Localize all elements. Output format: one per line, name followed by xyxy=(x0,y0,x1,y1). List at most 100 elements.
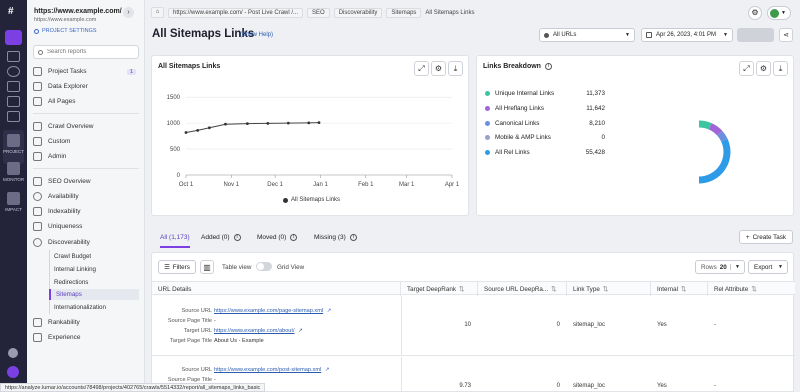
download-chart-button[interactable]: ⤓ xyxy=(448,61,463,76)
rail-monitor-button[interactable]: MONITOR xyxy=(3,158,24,192)
create-task-button[interactable]: + Create Task xyxy=(739,230,793,244)
app-logo-icon[interactable]: # xyxy=(8,6,14,17)
help-icon[interactable] xyxy=(8,348,18,358)
sidebar-item-rankability[interactable]: Rankability xyxy=(33,316,139,329)
globe-icon[interactable] xyxy=(7,66,20,77)
rail-impact-button[interactable]: IMPACT xyxy=(3,188,24,222)
table-panel: ☰ Filters ▥ Table view Grid View Rows 20… xyxy=(151,252,795,392)
active-app-icon[interactable] xyxy=(5,30,22,45)
sidebar-item-label: Uniqueness xyxy=(48,223,83,230)
target-page-title: About Us - Example xyxy=(214,338,264,344)
columns-button[interactable]: ▥ xyxy=(200,260,214,274)
source-url-label: Source URL xyxy=(181,308,212,314)
sidebar-subitem-internal-linking[interactable]: Internal Linking xyxy=(49,264,139,275)
column-header-link-type[interactable]: Link Type ⇅ xyxy=(567,282,651,296)
column-header-source-deeprank[interactable]: Source URL DeepRa... ⇅ xyxy=(478,282,567,296)
rows-per-page-select[interactable]: Rows 20 ▼ xyxy=(695,260,745,274)
compare-button[interactable] xyxy=(737,28,774,42)
collapse-sidebar-button[interactable]: › xyxy=(123,7,134,18)
project-settings-link[interactable]: PROJECT SETTINGS xyxy=(34,28,97,34)
breakdown-value: 0 xyxy=(601,134,605,141)
link-type-cell: sitemap_loc xyxy=(573,322,606,328)
share-button[interactable]: ⋖ xyxy=(779,28,793,42)
search-box[interactable] xyxy=(33,45,139,59)
sidebar-item-project-tasks[interactable]: Project Tasks 1 xyxy=(33,65,139,78)
chart-icon[interactable] xyxy=(7,81,20,92)
expand-breakdown-button[interactable]: ⤢ xyxy=(739,61,754,76)
check-icon[interactable] xyxy=(7,111,20,122)
breakdown-row[interactable]: All Hreflang Links 11,642 xyxy=(485,105,605,112)
chart-settings-button[interactable]: ⚙ xyxy=(431,61,446,76)
export-select[interactable]: Export ▼ xyxy=(748,260,788,274)
sidebar-item-discoverability[interactable]: Discoverability xyxy=(33,236,139,249)
account-avatar xyxy=(770,8,779,18)
user-avatar[interactable] xyxy=(7,366,19,378)
info-icon[interactable]: i xyxy=(544,63,552,70)
donut-segment xyxy=(708,123,723,136)
download-breakdown-button[interactable]: ⤓ xyxy=(773,61,788,76)
column-header-target-deeprank[interactable]: Target DeepRank ⇅ xyxy=(401,282,478,296)
settings-gear-button[interactable]: ⚙ xyxy=(748,6,762,20)
chevron-down-icon: ▼ xyxy=(781,10,786,16)
source-deeprank-cell: 0 xyxy=(556,322,560,328)
breadcrumb-sitemaps[interactable]: Sitemaps xyxy=(386,7,422,18)
table-row[interactable]: Source URL Source Page Title Target URL … xyxy=(152,296,795,356)
sidebar-item-indexability[interactable]: Indexability xyxy=(33,205,139,218)
y-tick-label: 1000 xyxy=(167,121,181,127)
monitor-icon xyxy=(7,162,20,175)
breadcrumb-discoverability[interactable]: Discoverability xyxy=(333,7,383,18)
breakdown-row[interactable]: Mobile & AMP Links 0 xyxy=(485,134,605,141)
breakdown-row[interactable]: Unique Internal Links 11,373 xyxy=(485,90,605,97)
tab-added[interactable]: Added (0) i xyxy=(201,234,241,241)
breakdown-row[interactable]: Canonical Links 8,210 xyxy=(485,120,605,127)
url-filter-select[interactable]: All URLs ▼ xyxy=(539,28,635,42)
rail-project-label: PROJECT xyxy=(3,149,25,154)
expand-chart-button[interactable]: ⤢ xyxy=(414,61,429,76)
sidebar-item-data-explorer[interactable]: Data Explorer xyxy=(33,80,139,93)
breakdown-settings-button[interactable]: ⚙ xyxy=(756,61,771,76)
grid-icon[interactable] xyxy=(7,51,20,62)
tab-moved[interactable]: Moved (0) i xyxy=(257,234,298,241)
crawl-date-select[interactable]: Apr 26, 2023, 4:01 PM ▼ xyxy=(641,28,733,42)
account-switcher[interactable]: ▼ xyxy=(767,6,791,20)
source-title-label: Source Page Title xyxy=(167,318,212,324)
sidebar-item-experience[interactable]: Experience xyxy=(33,331,139,344)
sidebar-item-seo-overview[interactable]: SEO Overview xyxy=(33,175,139,188)
search-input[interactable] xyxy=(47,49,127,55)
rows-label: Rows xyxy=(701,263,717,271)
sidebar-item-crawl-overview[interactable]: Crawl Overview xyxy=(33,120,139,133)
target-url-link[interactable]: https://www.example.com/about/ ↗ xyxy=(214,328,303,334)
sidebar-item-availability[interactable]: Availability xyxy=(33,190,139,203)
project-settings-label: PROJECT SETTINGS xyxy=(42,28,97,34)
home-icon[interactable]: ⌂ xyxy=(151,7,164,18)
sidebar-subitem-sitemaps[interactable]: Sitemaps xyxy=(49,289,139,300)
tab-all[interactable]: All (1,173) xyxy=(160,234,190,248)
sidebar-subitem-redirections[interactable]: Redirections xyxy=(49,277,139,288)
tab-missing[interactable]: Missing (3) i xyxy=(314,234,357,241)
sidebar-item-admin[interactable]: Admin xyxy=(33,150,139,163)
export-label: Export xyxy=(754,263,773,271)
view-toggle[interactable] xyxy=(256,262,272,271)
sidebar-subitem-crawl-budget[interactable]: Crawl Budget xyxy=(49,251,139,262)
series-color-dot xyxy=(485,121,490,126)
breakdown-row[interactable]: All Rel Links 55,428 xyxy=(485,149,605,156)
source-url-link[interactable]: https://www.example.com/post-sitemap.xml… xyxy=(214,367,330,373)
clipboard-icon[interactable] xyxy=(7,96,20,107)
table-view-label: Table view xyxy=(222,264,252,271)
column-header-url-details[interactable]: URL Details xyxy=(152,282,401,296)
filters-button[interactable]: ☰ Filters xyxy=(158,260,196,274)
show-help-link[interactable]: (Show Help) xyxy=(240,32,273,38)
source-url-link[interactable]: https://www.example.com/page-sitemap.xml… xyxy=(214,308,331,314)
column-header-internal[interactable]: Internal ⇅ xyxy=(651,282,708,296)
external-link-icon: ↗ xyxy=(298,328,303,334)
breadcrumb-seo[interactable]: SEO xyxy=(307,7,330,18)
column-header-rel-attribute[interactable]: Rel Attribute ⇅ xyxy=(708,282,795,296)
breadcrumb-crawl[interactable]: https://www.example.com/ - Post Live Cra… xyxy=(168,7,304,18)
sidebar-subitem-internationalization[interactable]: Internationalization xyxy=(49,302,139,313)
x-tick-label: Dec 1 xyxy=(267,182,283,188)
project-name[interactable]: https://www.example.com/ xyxy=(34,8,122,15)
sidebar-item-all-pages[interactable]: All Pages xyxy=(33,95,139,108)
sidebar-item-custom[interactable]: Custom xyxy=(33,135,139,148)
sidebar-item-uniqueness[interactable]: Uniqueness xyxy=(33,220,139,233)
line-chart: 0 500 1000 1500 Oct 1 Nov 1 Dec 1 Jan 1 Feb 1 Mar… xyxy=(167,95,460,188)
